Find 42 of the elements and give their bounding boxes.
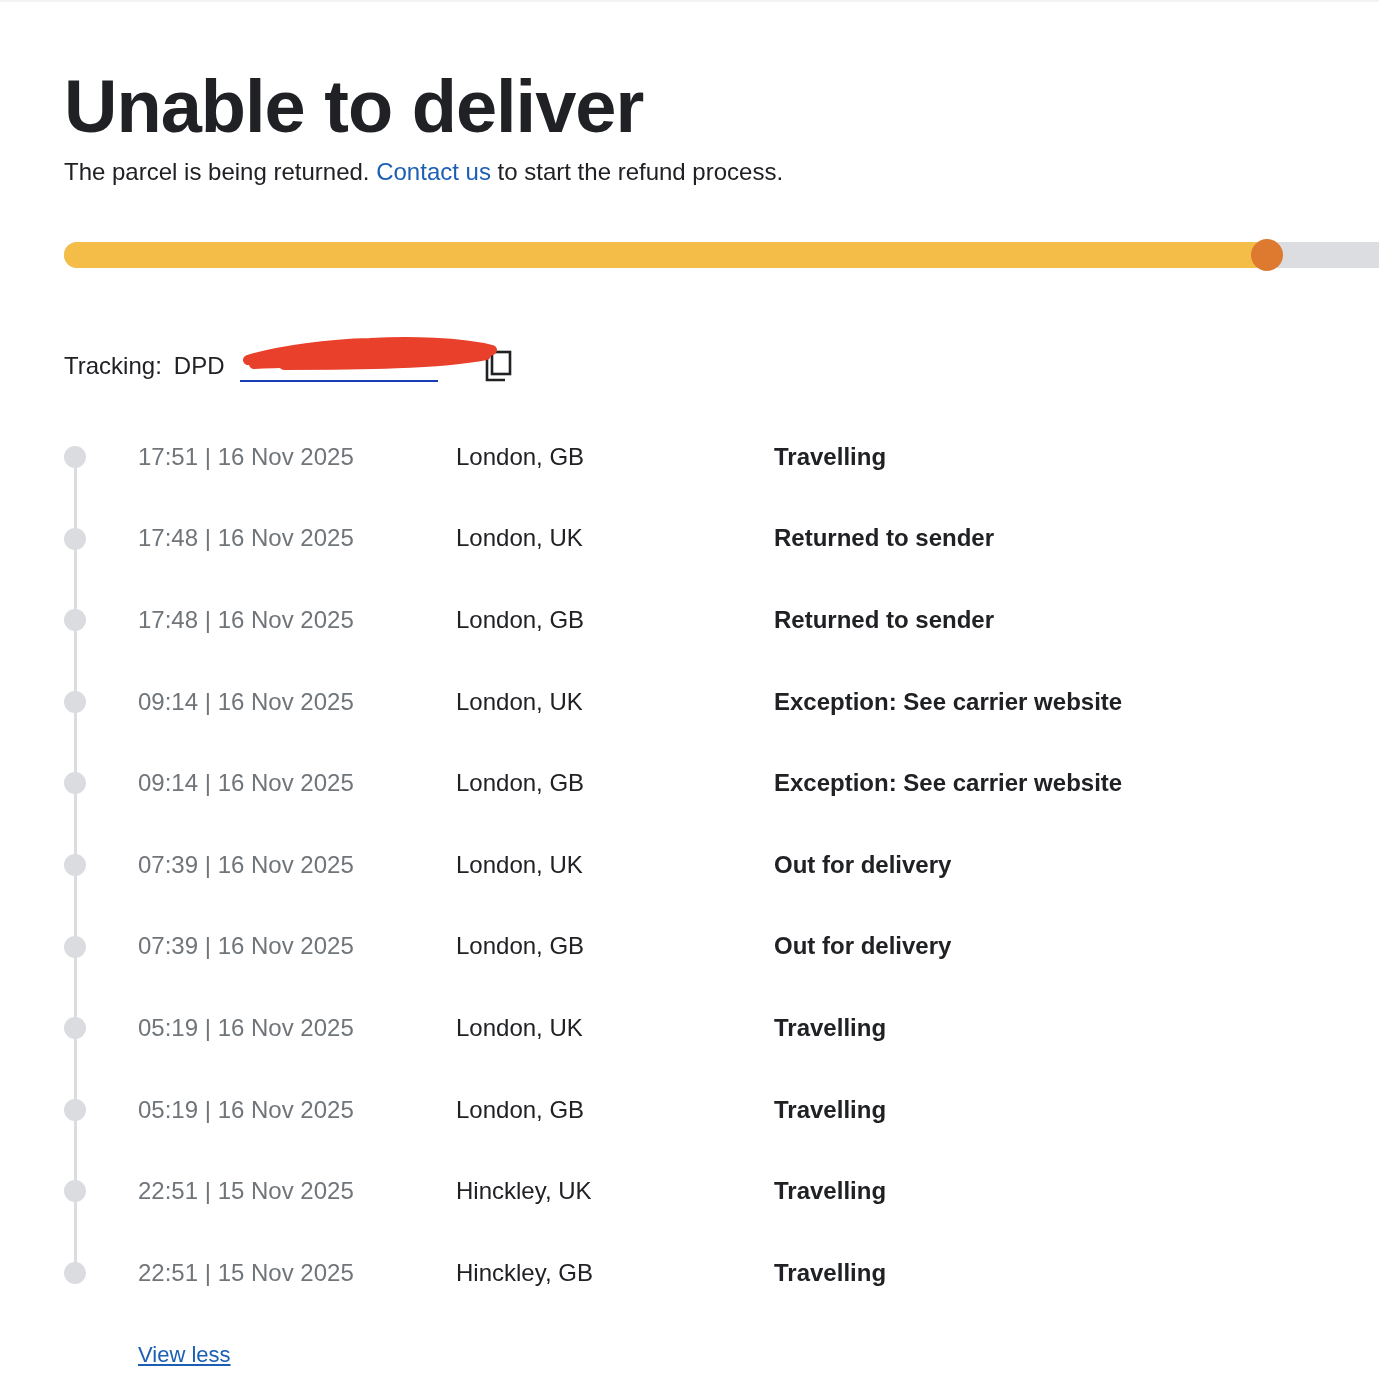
event-time: 09:14 | 16 Nov 2025 xyxy=(138,687,355,716)
event-time: 07:39 | 16 Nov 2025 xyxy=(138,850,355,879)
event-location: London, GB xyxy=(456,932,586,961)
event-status: Travelling xyxy=(774,1258,887,1287)
event-location: London, UK xyxy=(456,687,584,716)
event-location: Hinckley, UK xyxy=(456,1177,593,1206)
event-location: Hinckley, GB xyxy=(456,1258,594,1287)
event-time: 17:48 | 16 Nov 2025 xyxy=(138,524,355,553)
page-title: Unable to deliver xyxy=(64,64,645,150)
event-status: Travelling xyxy=(774,1013,887,1042)
event-status: Travelling xyxy=(774,442,887,471)
event-time: 07:39 | 16 Nov 2025 xyxy=(138,932,355,961)
event-status: Returned to sender xyxy=(774,524,995,553)
event-status: Returned to sender xyxy=(774,606,995,634)
event-location: London, GB xyxy=(456,1095,586,1124)
event-time: 05:19 | 16 Nov 2025 xyxy=(138,1013,355,1042)
status-message: The parcel is being returned. Contact us to start the refund process. xyxy=(64,157,785,187)
event-time: 17:48 | 16 Nov 2025 xyxy=(138,606,355,634)
event-location: London, UK xyxy=(456,850,584,879)
event-time: 05:19 | 16 Nov 2025 xyxy=(138,1095,355,1124)
event-status: Out for delivery xyxy=(774,850,952,879)
view-less-link[interactable]: View less xyxy=(138,1341,231,1368)
event-location: London, GB xyxy=(456,442,586,471)
progress-marker xyxy=(1251,239,1284,271)
event-status: Out for delivery xyxy=(774,932,952,961)
contact-link[interactable]: Contact us xyxy=(376,158,491,185)
copy-icon[interactable] xyxy=(484,350,513,382)
event-location: London, UK xyxy=(456,1013,584,1042)
event-status: Travelling xyxy=(774,1095,887,1124)
tracking-label: Tracking: xyxy=(64,352,162,380)
event-time: 22:51 | 15 Nov 2025 xyxy=(138,1258,355,1287)
event-location: London, UK xyxy=(456,524,584,553)
carrier-name: DPD xyxy=(173,352,225,380)
event-time: 22:51 | 15 Nov 2025 xyxy=(138,1177,355,1206)
event-status: Travelling xyxy=(774,1177,887,1206)
event-time: 09:14 | 16 Nov 2025 xyxy=(138,769,355,798)
event-status: Exception: See carrier website xyxy=(774,769,1123,798)
event-location: London, GB xyxy=(456,769,586,798)
event-status: Exception: See carrier website xyxy=(774,687,1123,716)
event-location: London, GB xyxy=(456,606,586,634)
event-time: 17:51 | 16 Nov 2025 xyxy=(138,442,355,471)
tracking-link-underline[interactable] xyxy=(240,380,439,382)
